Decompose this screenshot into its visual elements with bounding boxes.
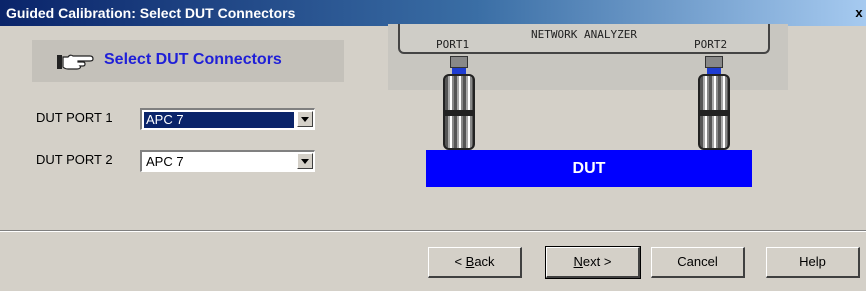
chevron-down-icon[interactable] bbox=[297, 153, 313, 169]
port1-select[interactable]: APC 7 bbox=[140, 108, 315, 130]
window-title: Guided Calibration: Select DUT Connector… bbox=[6, 5, 296, 21]
next-button[interactable]: Next > bbox=[545, 246, 641, 279]
port2-label: DUT PORT 2 bbox=[36, 152, 113, 167]
banner-title: Select DUT Connectors bbox=[104, 51, 282, 68]
port1-value: APC 7 bbox=[144, 112, 294, 128]
title-bar: Guided Calibration: Select DUT Connector… bbox=[0, 0, 866, 26]
dut-block: DUT bbox=[426, 150, 752, 187]
divider bbox=[0, 230, 866, 232]
port1-diagram-label: PORT1 bbox=[436, 38, 470, 51]
pointing-hand-icon bbox=[57, 54, 94, 70]
port2-diagram-label: PORT2 bbox=[694, 38, 728, 51]
header-banner: Select DUT Connectors bbox=[32, 40, 344, 82]
cancel-button[interactable]: Cancel bbox=[651, 247, 745, 278]
port2-select[interactable]: APC 7 bbox=[140, 150, 315, 172]
back-button[interactable]: < Back bbox=[428, 247, 522, 278]
chevron-down-icon[interactable] bbox=[297, 111, 313, 127]
port1-label: DUT PORT 1 bbox=[36, 110, 113, 125]
bottom-edge bbox=[0, 291, 866, 295]
help-button[interactable]: Help bbox=[766, 247, 860, 278]
port2-value: APC 7 bbox=[146, 154, 184, 169]
close-icon[interactable]: x bbox=[852, 0, 866, 26]
